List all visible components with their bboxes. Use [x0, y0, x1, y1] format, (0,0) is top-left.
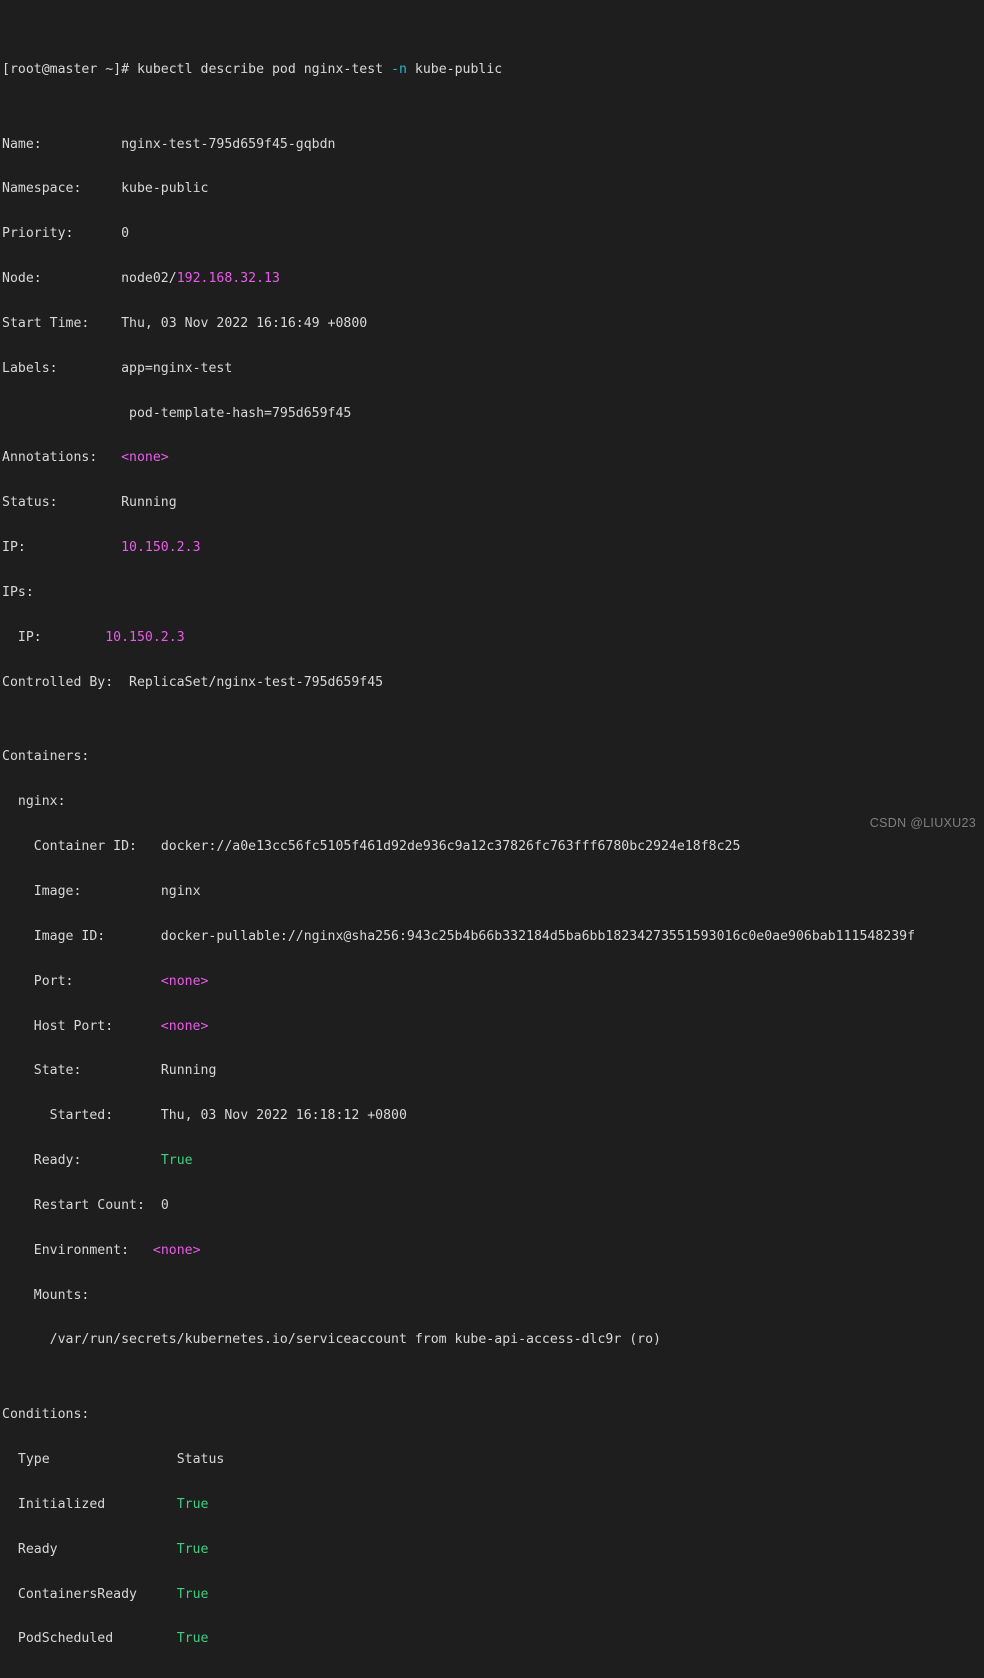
pod-status-row: Status: Running	[2, 495, 984, 511]
container-ready-row: Ready: True	[2, 1153, 984, 1169]
command-flag-namespace: -n	[391, 61, 407, 77]
value-node-name: node02/	[121, 271, 177, 287]
conditions-col-status: Status	[176, 1452, 225, 1467]
condition-type: Ready	[2, 1541, 58, 1557]
shell-prompt: [root@master ~]#	[2, 61, 137, 77]
container-host-port-row: Host Port: <none>	[2, 1018, 984, 1035]
label-image-id: Image ID:	[2, 928, 106, 944]
watermark: CSDN @LIUXU23	[869, 816, 976, 831]
condition-type: ContainersReady	[2, 1586, 137, 1602]
value-label-app: app=nginx-test	[121, 360, 233, 376]
label-node: Node:	[2, 271, 42, 287]
pod-name-row: Name: nginx-test-795d659f45-gqbdn	[2, 136, 984, 153]
terminal-window[interactable]: [root@master ~]# kubectl describe pod ng…	[0, 0, 984, 1646]
pod-labels-row-2: pod-template-hash=795d659f45	[2, 405, 984, 422]
container-port-row: Port: <none>	[2, 973, 984, 990]
label-restart-count: Restart Count:	[2, 1197, 145, 1213]
value-ip: 10.150.2.3	[121, 540, 201, 556]
pod-priority-row: Priority: 0	[2, 226, 984, 242]
conditions-col-type: Type	[2, 1452, 50, 1467]
label-status: Status:	[2, 495, 58, 511]
container-id-row: Container ID: docker://a0e13cc56fc5105f4…	[2, 839, 984, 855]
label-annotations: Annotations:	[2, 450, 98, 466]
conditions-section-header: Conditions:	[2, 1407, 90, 1423]
label-image: Image:	[2, 883, 82, 899]
value-node-ip: 192.168.32.13	[176, 271, 280, 287]
value-label-pod-template-hash: pod-template-hash=795d659f45	[129, 405, 352, 421]
pod-controlled-by-row: Controlled By: ReplicaSet/nginx-test-795…	[2, 674, 984, 691]
condition-row-pod-scheduled: PodScheduled True	[2, 1631, 984, 1647]
value-annotations: <none>	[121, 450, 169, 466]
condition-status: True	[176, 1496, 209, 1512]
pod-ips-entry: IP: 10.150.2.3	[2, 629, 984, 646]
value-environment: <none>	[152, 1242, 201, 1258]
label-controlled-by: Controlled By:	[2, 674, 114, 690]
value-state: Running	[160, 1063, 217, 1079]
value-image: nginx	[160, 883, 201, 899]
label-state: State:	[2, 1063, 82, 1079]
condition-status: True	[176, 1541, 209, 1557]
condition-status: True	[176, 1631, 209, 1647]
value-namespace: kube-public	[121, 181, 209, 197]
label-start-time: Start Time:	[2, 315, 90, 331]
condition-row-containers-ready: ContainersReady True	[2, 1586, 984, 1603]
pod-annotations-row: Annotations: <none>	[2, 450, 984, 466]
condition-row-initialized: Initialized True	[2, 1496, 984, 1513]
container-image-row: Image: nginx	[2, 883, 984, 900]
container-mounts-header: Mounts:	[2, 1287, 90, 1303]
label-ips-ip: IP:	[2, 629, 42, 645]
label-port: Port:	[2, 973, 74, 989]
command-line: [root@master ~]# kubectl describe pod ng…	[2, 61, 984, 78]
condition-status: True	[176, 1586, 209, 1602]
label-environment: Environment:	[2, 1242, 130, 1258]
container-state-row: State: Running	[2, 1063, 984, 1079]
value-ready: True	[160, 1153, 193, 1169]
value-priority: 0	[121, 226, 130, 242]
condition-type: Initialized	[2, 1496, 106, 1512]
value-container-id: docker://a0e13cc56fc5105f461d92de936c9a1…	[160, 839, 741, 855]
value-ips-ip: 10.150.2.3	[105, 629, 185, 645]
container-started-row: Started: Thu, 03 Nov 2022 16:18:12 +0800	[2, 1108, 984, 1124]
value-start-time: Thu, 03 Nov 2022 16:16:49 +0800	[121, 315, 368, 331]
condition-type: PodScheduled	[2, 1631, 114, 1647]
conditions-column-headers: Type Status	[2, 1452, 984, 1468]
container-environment-row: Environment: <none>	[2, 1242, 984, 1259]
container-restart-count-row: Restart Count: 0	[2, 1197, 984, 1214]
container-image-id-row: Image ID: docker-pullable://nginx@sha256…	[2, 928, 984, 945]
pod-namespace-row: Namespace: kube-public	[2, 181, 984, 197]
value-status: Running	[121, 495, 177, 511]
label-ip: IP:	[2, 540, 26, 556]
label-container-id: Container ID:	[2, 839, 137, 855]
value-controlled-by: ReplicaSet/nginx-test-795d659f45	[129, 674, 384, 690]
label-labels: Labels:	[2, 360, 58, 376]
container-name-row: nginx:	[2, 794, 66, 810]
pod-ip-row: IP: 10.150.2.3	[2, 540, 984, 556]
containers-section-header: Containers:	[2, 749, 90, 765]
value-restart-count: 0	[160, 1197, 169, 1213]
pod-ips-header: IPs:	[2, 585, 984, 601]
pod-labels-row: Labels: app=nginx-test	[2, 360, 984, 377]
value-started: Thu, 03 Nov 2022 16:18:12 +0800	[160, 1108, 407, 1124]
label-namespace: Namespace:	[2, 181, 82, 197]
command-flag-value: kube-public	[406, 61, 503, 77]
value-image-id: docker-pullable://nginx@sha256:943c25b4b…	[160, 928, 916, 944]
command-text-before-flag: kubectl describe pod nginx-test	[136, 61, 392, 77]
label-priority: Priority:	[2, 226, 74, 242]
container-mount-entry: /var/run/secrets/kubernetes.io/serviceac…	[2, 1332, 661, 1348]
label-name: Name:	[2, 136, 42, 152]
pod-start-time-row: Start Time: Thu, 03 Nov 2022 16:16:49 +0…	[2, 315, 984, 332]
value-port: <none>	[160, 973, 209, 989]
value-pod-name: nginx-test-795d659f45-gqbdn	[121, 136, 336, 152]
condition-row-ready: Ready True	[2, 1541, 984, 1558]
label-ready: Ready:	[2, 1153, 82, 1169]
pod-node-row: Node: node02/192.168.32.13	[2, 271, 984, 287]
value-host-port: <none>	[160, 1018, 209, 1034]
label-ips: IPs:	[2, 585, 34, 600]
label-started: Started:	[2, 1108, 114, 1124]
label-host-port: Host Port:	[2, 1018, 114, 1034]
